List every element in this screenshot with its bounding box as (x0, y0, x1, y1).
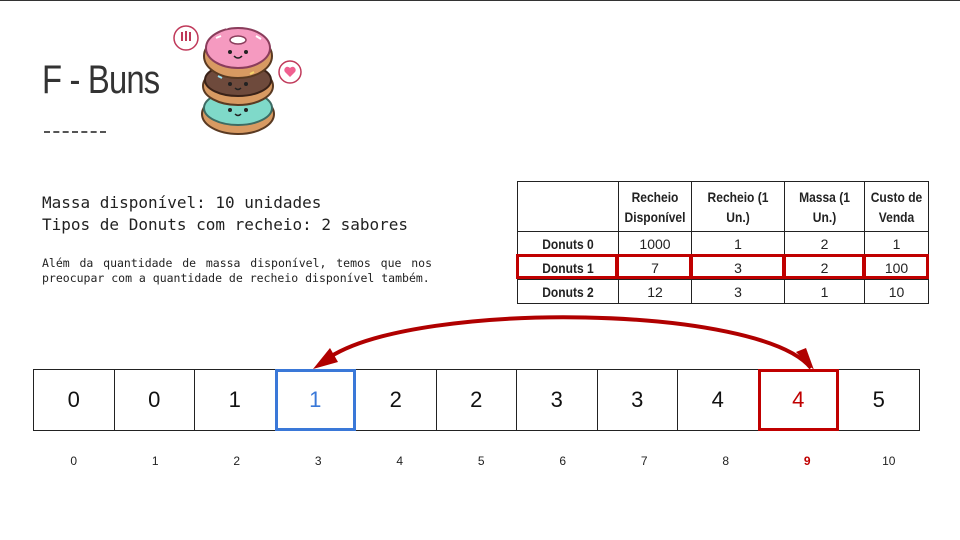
title-underline (44, 131, 106, 133)
table-header-recheio-disponivel: Recheio Disponível (618, 181, 692, 232)
table-row-label: Donuts 2 (517, 279, 619, 304)
dp-cell: 3 (516, 369, 598, 431)
table-row: Donuts 0 1000 1 2 1 (517, 231, 929, 256)
heart-bubble-icon (278, 60, 302, 84)
row-highlight-cell (783, 254, 865, 279)
table-header-massa-un: Massa (1 Un.) (784, 181, 865, 232)
dp-index: 10 (882, 454, 896, 468)
table-cell: 1 (864, 231, 929, 256)
row-highlight-label (516, 254, 618, 279)
table-header-recheio-un: Recheio (1 Un.) (691, 181, 785, 232)
exclamation-bubble-icon (173, 25, 199, 51)
info-massa: Massa disponível: 10 unidades (42, 193, 322, 212)
dp-cell: 0 (33, 369, 115, 431)
dp-index: 4 (396, 454, 404, 468)
info-tipos: Tipos de Donuts com recheio: 2 sabores (42, 215, 409, 234)
table-cell: 10 (864, 279, 929, 304)
row-highlight-cell (690, 254, 785, 279)
table-header-custo-venda: Custo de Venda (864, 181, 929, 232)
table-cell: 2 (784, 231, 865, 256)
dp-index: 8 (722, 454, 730, 468)
donut-stack-icon (173, 25, 302, 135)
dp-index: 3 (314, 454, 322, 468)
dp-indices: 0 1 2 3 4 5 6 7 8 9 10 (33, 454, 930, 468)
table-cell: 3 (691, 279, 785, 304)
info-note: Além da quantidade de massa disponível, … (42, 256, 432, 285)
table-cell: 1000 (618, 231, 692, 256)
dp-cell: 5 (838, 369, 920, 431)
dp-cell: 0 (113, 369, 195, 431)
row-highlight-cell (616, 254, 692, 279)
table-header-row: Recheio Disponível Recheio (1 Un.) Massa… (517, 181, 929, 232)
table-cell: 12 (618, 279, 692, 304)
row-highlight-cell (863, 254, 929, 279)
dp-index-highlight: 9 (803, 454, 811, 468)
dp-cell: 3 (596, 369, 678, 431)
donuts-table: Recheio Disponível Recheio (1 Un.) Massa… (517, 181, 929, 304)
page-title: F - Buns (42, 58, 160, 102)
dp-cell: 4 (677, 369, 759, 431)
dp-cell-highlight-blue: 1 (274, 369, 356, 431)
dp-index: 1 (151, 454, 159, 468)
dp-index: 2 (233, 454, 241, 468)
dp-cell: 2 (435, 369, 517, 431)
table-header-corner (517, 181, 619, 232)
table-cell: 1 (691, 231, 785, 256)
dp-cell-highlight-red: 4 (757, 369, 839, 431)
table-row-label: Donuts 0 (517, 231, 619, 256)
dp-cell: 2 (355, 369, 437, 431)
table-row: Donuts 2 12 3 1 10 (517, 279, 929, 304)
dp-index: 0 (70, 454, 78, 468)
dp-index: 5 (477, 454, 485, 468)
table-cell: 1 (784, 279, 865, 304)
dp-array: 0 0 1 1 2 2 3 3 4 4 5 (33, 369, 920, 431)
dp-cell: 1 (194, 369, 276, 431)
top-border (0, 0, 960, 1)
dp-index: 6 (559, 454, 567, 468)
dp-index: 7 (640, 454, 648, 468)
